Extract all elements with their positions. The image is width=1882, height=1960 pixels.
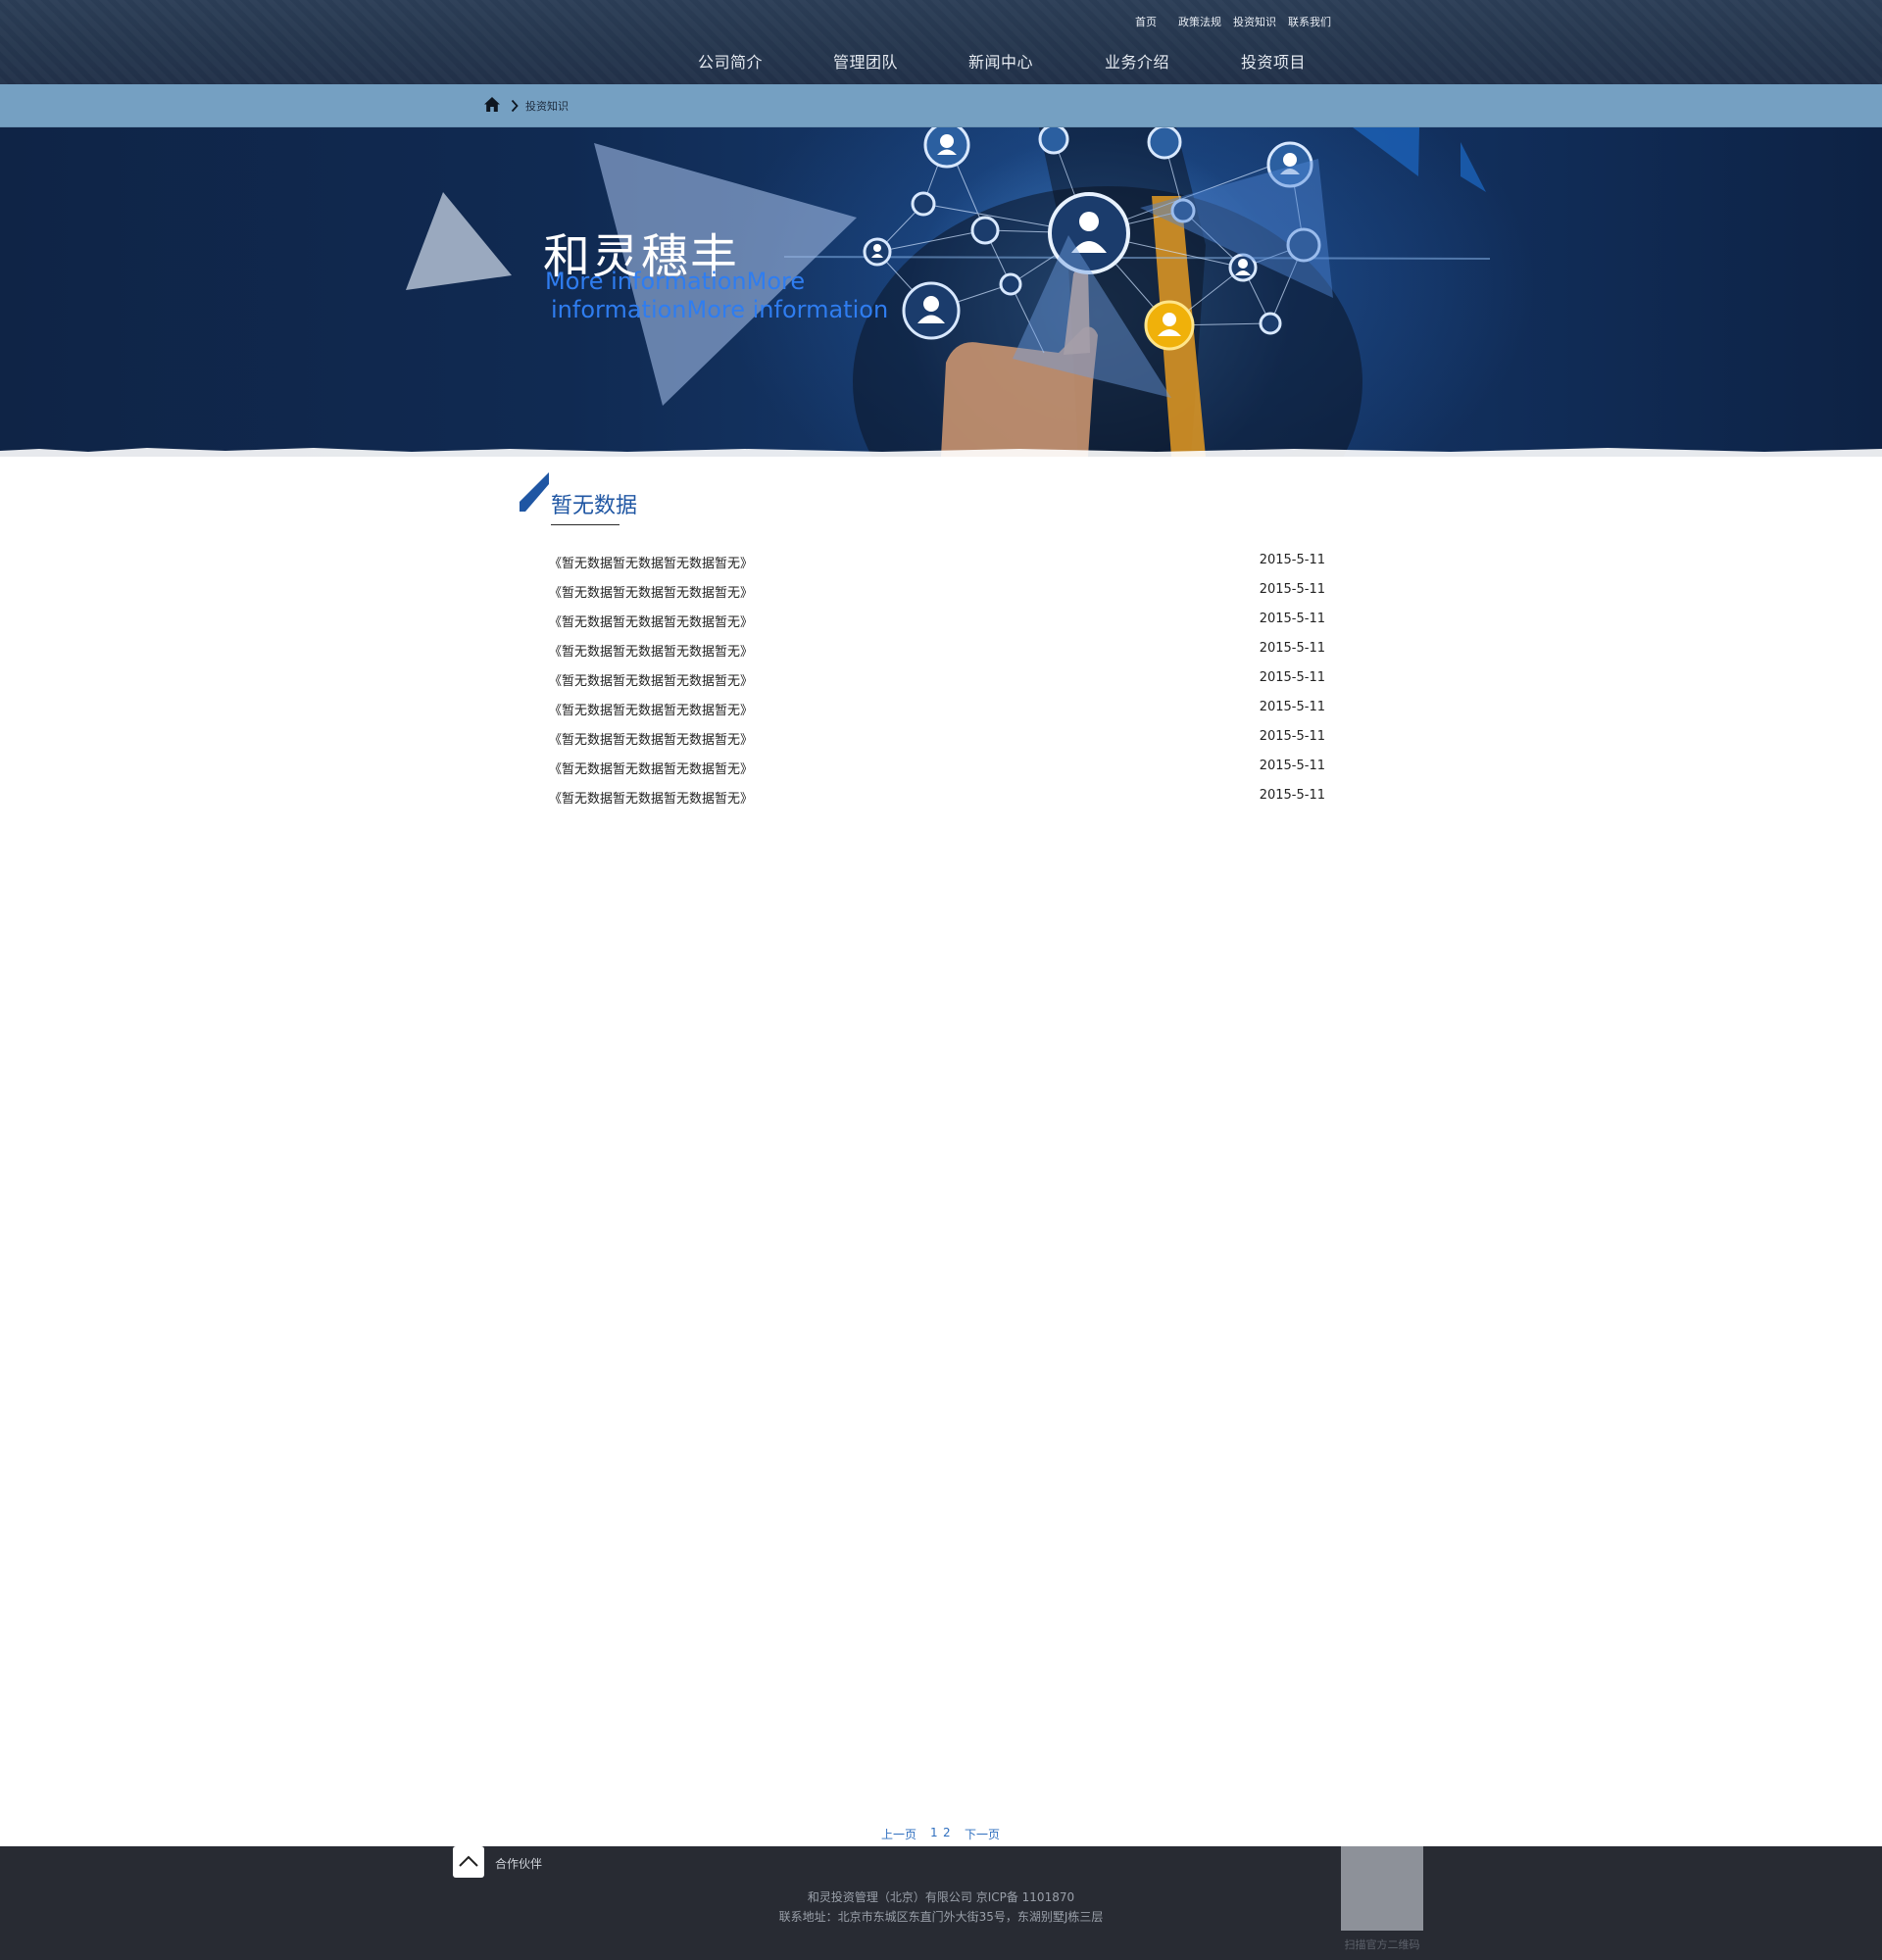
article-date: 2015-5-11 [1259, 700, 1325, 714]
article-title[interactable]: 《暂无数据暂无数据暂无数据暂无》 [549, 670, 753, 689]
article-date: 2015-5-11 [1259, 641, 1325, 656]
article-title[interactable]: 《暂无数据暂无数据暂无数据暂无》 [549, 641, 753, 660]
article-date: 2015-5-11 [1259, 729, 1325, 744]
home-icon[interactable] [483, 96, 501, 114]
page-link-2[interactable]: 2 [943, 1826, 951, 1839]
back-to-top-button[interactable] [453, 1846, 484, 1878]
next-page-link[interactable]: 下一页 [965, 1826, 1000, 1842]
chevron-up-icon [459, 1855, 478, 1867]
top-link-home[interactable]: 首页 [1135, 14, 1157, 29]
prev-page-link[interactable]: 上一页 [881, 1826, 916, 1842]
article-title[interactable]: 《暂无数据暂无数据暂无数据暂无》 [549, 612, 753, 630]
section-slash-icon [520, 472, 549, 512]
pagination: 上一页 1 2 下一页 [0, 1826, 1882, 1843]
list-item[interactable]: 《暂无数据暂无数据暂无数据暂无》 2015-5-11 [549, 757, 1325, 786]
banner-subtitle-line-1: More informationMore [545, 268, 806, 295]
footer-address-line: 联系地址：北京市东城区东直门外大街35号，东湖别墅J栋三层 [778, 1910, 1104, 1924]
list-item[interactable]: 《暂无数据暂无数据暂无数据暂无》 2015-5-11 [549, 551, 1325, 580]
section-title: 暂无数据 [551, 494, 638, 518]
list-item[interactable]: 《暂无数据暂无数据暂无数据暂无》 2015-5-11 [549, 786, 1325, 815]
list-item[interactable]: 《暂无数据暂无数据暂无数据暂无》 2015-5-11 [549, 698, 1325, 727]
main-nav: 公司简介 管理团队 新闻中心 业务介绍 投资项目 [0, 49, 1882, 73]
footer-company-line: 和灵投资管理（北京）有限公司 京ICP备 1101870 [807, 1890, 1075, 1904]
article-list: 《暂无数据暂无数据暂无数据暂无》 2015-5-11 《暂无数据暂无数据暂无数据暂… [549, 551, 1325, 815]
article-title[interactable]: 《暂无数据暂无数据暂无数据暂无》 [549, 729, 753, 748]
top-link-knowledge[interactable]: 投资知识 [1233, 14, 1276, 29]
list-item[interactable]: 《暂无数据暂无数据暂无数据暂无》 2015-5-11 [549, 639, 1325, 668]
article-date: 2015-5-11 [1259, 582, 1325, 597]
article-title[interactable]: 《暂无数据暂无数据暂无数据暂无》 [549, 553, 753, 571]
article-date: 2015-5-11 [1259, 553, 1325, 567]
list-item[interactable]: 《暂无数据暂无数据暂无数据暂无》 2015-5-11 [549, 610, 1325, 639]
list-item[interactable]: 《暂无数据暂无数据暂无数据暂无》 2015-5-11 [549, 727, 1325, 757]
page-link-1[interactable]: 1 [930, 1826, 938, 1839]
partners-link[interactable]: 合作伙伴 [495, 1855, 542, 1872]
article-title[interactable]: 《暂无数据暂无数据暂无数据暂无》 [549, 788, 753, 807]
article-date: 2015-5-11 [1259, 612, 1325, 626]
list-item[interactable]: 《暂无数据暂无数据暂无数据暂无》 2015-5-11 [549, 580, 1325, 610]
nav-item-company[interactable]: 公司简介 [698, 49, 763, 73]
section-underline [551, 524, 619, 525]
breadcrumb: 投资知识 [0, 84, 1882, 127]
top-link-policy[interactable]: 政策法规 [1178, 14, 1221, 29]
site-header: 首页 政策法规 投资知识 联系我们 公司简介 管理团队 新闻中心 业务介绍 投资… [0, 0, 1882, 84]
list-item[interactable]: 《暂无数据暂无数据暂无数据暂无》 2015-5-11 [549, 668, 1325, 698]
qr-code-image [1341, 1846, 1423, 1931]
qr-code-label: 扫描官方二维码 [1344, 1938, 1420, 1951]
hero-banner: 和灵穗丰 More informationMore informationMor… [0, 127, 1882, 457]
article-title[interactable]: 《暂无数据暂无数据暂无数据暂无》 [549, 759, 753, 777]
banner-subtitle-line-2: informationMore information [551, 296, 889, 323]
banner-artwork [0, 127, 1882, 457]
nav-item-news[interactable]: 新闻中心 [968, 49, 1033, 73]
chevron-right-icon [511, 99, 519, 113]
article-title[interactable]: 《暂无数据暂无数据暂无数据暂无》 [549, 700, 753, 718]
article-date: 2015-5-11 [1259, 788, 1325, 803]
article-title[interactable]: 《暂无数据暂无数据暂无数据暂无》 [549, 582, 753, 601]
breadcrumb-current: 投资知识 [525, 100, 569, 113]
nav-item-business[interactable]: 业务介绍 [1105, 49, 1169, 73]
nav-item-projects[interactable]: 投资项目 [1241, 49, 1306, 73]
article-date: 2015-5-11 [1259, 670, 1325, 685]
nav-item-team[interactable]: 管理团队 [833, 49, 898, 73]
article-date: 2015-5-11 [1259, 759, 1325, 773]
top-link-contact[interactable]: 联系我们 [1288, 14, 1331, 29]
